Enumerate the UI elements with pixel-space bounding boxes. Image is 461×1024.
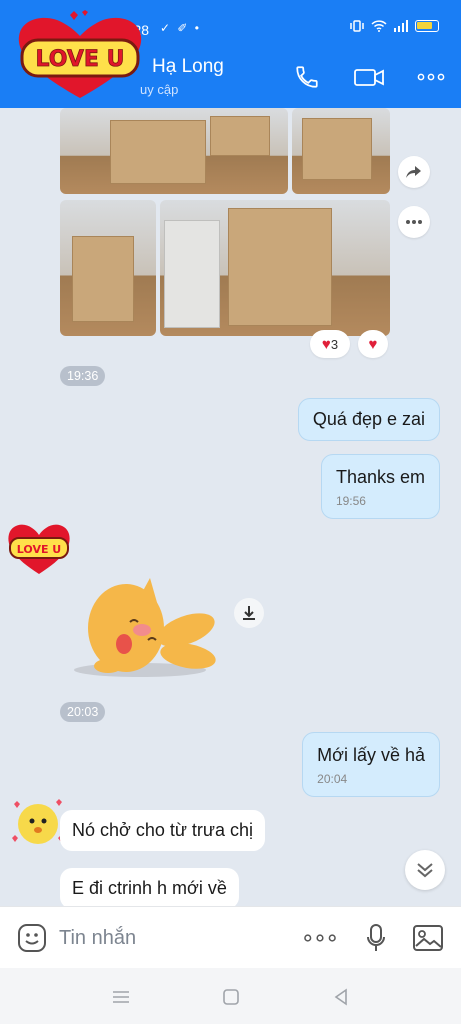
signal-icon bbox=[394, 20, 408, 32]
battery-icon bbox=[415, 20, 439, 32]
photo-3[interactable] bbox=[60, 200, 156, 336]
more-icon[interactable] bbox=[414, 60, 448, 94]
message-bubble-them[interactable]: Nó chở cho từ trưa chị bbox=[60, 810, 265, 851]
more-options-icon[interactable] bbox=[304, 922, 336, 954]
sticker-icon[interactable] bbox=[16, 922, 48, 954]
message-input[interactable]: Tin nhắn bbox=[59, 927, 136, 950]
timestamp: 19:36 bbox=[60, 366, 106, 386]
back-nav-icon[interactable] bbox=[330, 986, 352, 1008]
scroll-down-icon[interactable] bbox=[405, 850, 445, 890]
reaction-count[interactable]: ♥ 3 bbox=[310, 330, 350, 358]
photo-4[interactable] bbox=[160, 200, 390, 336]
notification-icons: ✓ ✐ • bbox=[160, 21, 201, 35]
system-icons bbox=[349, 20, 439, 32]
chat-area[interactable]: ♥ 3 ♥ 19:36 Quá đẹp e zai Thanks em 19:5… bbox=[0, 108, 461, 906]
menu-nav-icon[interactable] bbox=[110, 986, 132, 1008]
contact-name[interactable]: Hạ Long bbox=[152, 56, 224, 78]
love-u-small-text: LOVE U bbox=[17, 543, 61, 556]
love-u-text: LOVE U bbox=[36, 47, 125, 72]
vibrate-icon bbox=[350, 20, 364, 32]
photo-1[interactable] bbox=[60, 108, 288, 194]
love-u-sticker-small: LOVE U bbox=[4, 520, 74, 576]
message-more-icon[interactable] bbox=[398, 206, 430, 238]
message-bubble-me[interactable]: Quá đẹp e zai bbox=[297, 398, 440, 441]
share-icon[interactable] bbox=[398, 156, 430, 188]
wifi-icon bbox=[371, 20, 387, 32]
message-bubble-me[interactable]: Thanks em 19:56 bbox=[320, 454, 440, 519]
mic-icon[interactable] bbox=[360, 922, 392, 954]
home-nav-icon[interactable] bbox=[220, 986, 242, 1008]
system-navigation-bar bbox=[0, 968, 461, 1024]
download-icon[interactable] bbox=[234, 598, 264, 628]
cat-sticker[interactable] bbox=[68, 570, 218, 680]
love-u-sticker: LOVE U bbox=[10, 10, 150, 102]
heart-icon: ♥ bbox=[368, 335, 378, 353]
message-bubble-me[interactable]: Mới lấy về hả 20:04 bbox=[302, 732, 440, 797]
phone-icon[interactable] bbox=[290, 60, 324, 94]
message-bubble-them[interactable]: E đi ctrinh h mới về bbox=[60, 868, 239, 906]
photo-2[interactable] bbox=[292, 108, 390, 194]
message-input-bar: Tin nhắn bbox=[0, 906, 461, 968]
react-button[interactable]: ♥ bbox=[358, 330, 388, 358]
image-icon[interactable] bbox=[412, 922, 444, 954]
avatar[interactable] bbox=[8, 794, 64, 850]
video-call-icon[interactable] bbox=[352, 60, 386, 94]
timestamp: 20:03 bbox=[60, 702, 106, 722]
heart-icon: ♥ bbox=[321, 335, 331, 353]
